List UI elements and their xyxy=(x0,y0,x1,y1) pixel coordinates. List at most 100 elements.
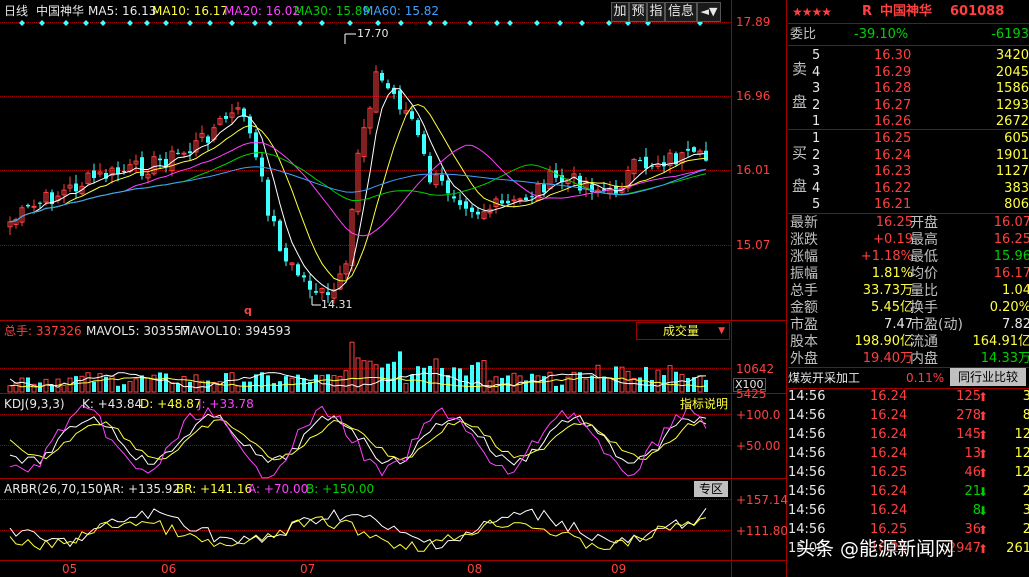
level-volume: 1293 xyxy=(995,97,1029,113)
price-axis-label: 17.89 xyxy=(736,15,771,29)
stat-value: 16.25 xyxy=(875,215,913,230)
candle-body xyxy=(92,170,96,178)
ma30-label: MA30: 15.89 xyxy=(294,4,371,18)
weibi-label: 委比 xyxy=(790,27,817,42)
event-diamond-icon xyxy=(229,20,235,26)
kdj-k-line xyxy=(9,413,707,466)
candle-body xyxy=(140,157,144,176)
stat-label: 市盈(动) xyxy=(910,317,963,333)
candle-body xyxy=(638,159,642,161)
stat-value: 14.33万 xyxy=(980,351,1029,366)
arbr-axis-label: +111.80 xyxy=(736,524,789,538)
volume-bar xyxy=(337,375,343,393)
level-volume: 1586 xyxy=(995,81,1029,97)
stat-value: 15.96 xyxy=(993,249,1029,264)
candle-body xyxy=(278,220,282,251)
tick-count: 2 xyxy=(1022,522,1029,537)
candle-body xyxy=(692,147,696,152)
index-button[interactable]: 指 xyxy=(647,2,665,22)
volume-bar xyxy=(697,375,703,393)
candle-body xyxy=(380,72,384,81)
volume-bar xyxy=(607,377,613,393)
period-label[interactable]: 日线 xyxy=(4,4,28,18)
volume-bar xyxy=(386,363,390,392)
arrow-up-icon: ⬆ xyxy=(978,447,989,461)
volume-bar xyxy=(361,360,367,393)
candle-body xyxy=(302,275,306,278)
level-number: 5 xyxy=(812,197,821,213)
volume-bar xyxy=(145,377,151,393)
more-menu-button[interactable]: ◄▼ xyxy=(697,2,721,22)
candle-body xyxy=(38,202,42,204)
volume-axis-label: 10642 xyxy=(736,362,775,376)
ma10-label: MA10: 16.17 xyxy=(152,4,229,18)
event-diamond-icon xyxy=(297,20,303,26)
level-number: 2 xyxy=(812,147,821,163)
stat-value: 0.20% xyxy=(989,300,1029,315)
volume-bar xyxy=(583,378,589,393)
level-number: 4 xyxy=(812,180,821,196)
chart-right-border xyxy=(731,0,732,577)
volume-bar xyxy=(554,385,558,392)
tick-count: 12 xyxy=(1014,427,1029,442)
event-diamond-icon xyxy=(19,20,25,26)
sector-name[interactable]: 煤炭开采加工 xyxy=(788,369,860,387)
arrow-up-icon: ⬆ xyxy=(978,409,989,423)
candle-body xyxy=(266,179,270,216)
volume-bar xyxy=(7,385,13,393)
high-pointer-line xyxy=(344,33,356,44)
volume-bar xyxy=(433,358,439,393)
volume-bar xyxy=(193,374,199,393)
arrow-down-icon: ⬇ xyxy=(978,485,989,499)
tick-row: 14:56 16.24 21 ⬇ 2 xyxy=(788,483,1029,501)
volume-bar xyxy=(122,384,126,392)
stat-row: 金额 5.45亿 换手 0.20% xyxy=(788,299,1029,317)
volume-indicator-selector[interactable]: 成交量 ▼ xyxy=(636,322,730,340)
info-button[interactable]: 信息 xyxy=(665,2,697,22)
tick-count: 8 xyxy=(1022,408,1029,423)
sell-level-row: 5 16.30 3420 xyxy=(788,47,1029,65)
tick-time: 14:56 xyxy=(788,408,826,423)
forecast-button[interactable]: 预 xyxy=(629,2,647,22)
kdj-axis-label: +50.00 xyxy=(736,439,781,453)
arbr-label: ARBR(26,70,150) xyxy=(4,482,108,496)
zone-button[interactable]: 专区 xyxy=(694,481,728,497)
volume-bar xyxy=(266,375,270,392)
level-number: 1 xyxy=(812,131,821,146)
stat-label: 涨跌 xyxy=(790,232,818,248)
volume-bar xyxy=(535,375,541,393)
tick-count: 3 xyxy=(1022,503,1029,518)
mavol5-label: MAVOL5: 303557 xyxy=(86,324,190,338)
candle-body xyxy=(188,151,192,154)
stat-value: +0.19 xyxy=(873,232,913,247)
compare-industry-button[interactable]: 同行业比较 xyxy=(950,368,1026,386)
add-button[interactable]: 加 xyxy=(611,2,629,22)
candle-body xyxy=(116,167,120,175)
stat-label: 最高 xyxy=(910,232,938,248)
volume-bar xyxy=(229,372,235,393)
quote-stock-name: 中国神华 xyxy=(880,4,933,19)
volume-bar xyxy=(373,364,379,393)
candle-body xyxy=(254,132,258,158)
event-marker[interactable]: q xyxy=(244,304,252,318)
stat-row: 市盈 7.47 市盈(动) 7.82 xyxy=(788,316,1029,334)
kdj-label: KDJ(9,3,3) xyxy=(4,397,65,411)
tick-price: 16.25 xyxy=(870,465,908,480)
stat-value: 16.07 xyxy=(993,215,1029,230)
volume-bar xyxy=(422,367,426,392)
volume-bar xyxy=(272,383,276,392)
volume-bar xyxy=(392,361,396,392)
buy-level-row: 3 16.23 1127 xyxy=(788,163,1029,181)
indicator-help-link[interactable]: 指标说明 xyxy=(680,397,728,411)
volume-bar xyxy=(181,376,187,393)
sell-level-row: 3 16.28 1586 xyxy=(788,80,1029,98)
price-axis-label: 16.96 xyxy=(736,89,771,103)
tick-price: 16.24 xyxy=(870,389,908,404)
tick-price: 16.24 xyxy=(870,503,908,518)
kdj-d-value: D: +48.87 xyxy=(140,397,202,411)
ma60-label: MA60: 15.82 xyxy=(363,4,440,18)
level-number: 2 xyxy=(812,97,821,113)
candle-body xyxy=(452,196,456,199)
volume-bar xyxy=(476,362,480,392)
stat-value: 164.91亿 xyxy=(972,334,1029,349)
